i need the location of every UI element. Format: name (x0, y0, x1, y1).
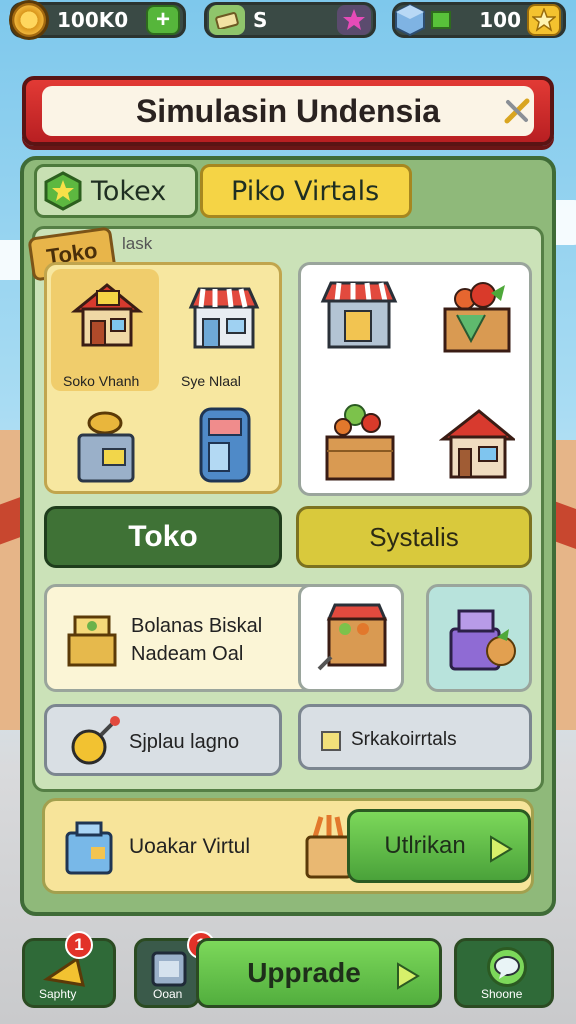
footer-label: Uoakar Virtul (129, 835, 250, 858)
produce-crate-icon[interactable] (437, 275, 517, 361)
shop-item-label: Sye Nlaal (181, 373, 241, 389)
small-house-icon[interactable] (439, 405, 515, 483)
nav-small-label: Ooan (153, 987, 183, 1001)
systalis-button[interactable]: Systalis (296, 506, 532, 568)
shop-grid-left: Soko Vhanh Sye Nlaal (44, 262, 282, 494)
upgrade-button[interactable]: Upprade (196, 938, 442, 1008)
shop-item[interactable]: Soko Vhanh (51, 269, 159, 391)
tab-piko-label: Piko Virtals (231, 175, 380, 207)
cash-register-icon (61, 607, 121, 671)
register-icon[interactable] (71, 405, 141, 485)
coin-icon (9, 0, 49, 40)
coin-counter: 100K0 + (9, 0, 186, 40)
shop-item[interactable]: Sye Nlaal (169, 269, 277, 391)
gem-progress-icon (431, 11, 451, 29)
title-banner: Simulasin Undensia (22, 76, 554, 146)
tab-piko-virtals[interactable]: Piko Virtals (200, 164, 412, 218)
coin-value: 100K0 (57, 8, 129, 32)
nav-right-label: Shoone (481, 987, 523, 1001)
utilize-button-label: Utlrikan (384, 832, 466, 859)
market-stall-icon[interactable] (319, 277, 399, 357)
arrow-right-icon (395, 961, 421, 991)
nav-small-button[interactable]: Ooan 1 (134, 931, 215, 1008)
upgrade-button-label: Upprade (247, 957, 361, 988)
star-badge-icon (43, 171, 83, 211)
vegetable-box-icon[interactable] (321, 399, 399, 487)
section-label: lask (122, 234, 153, 253)
checkbox-option-label: Srkakoirrtals (351, 729, 457, 750)
magnifier-icon (63, 713, 123, 773)
add-coins-button[interactable]: + (146, 5, 180, 35)
toko-button-label: Toko (128, 520, 198, 553)
chat-bubble-icon (487, 947, 527, 987)
cash-icon (209, 5, 245, 35)
cube-icon (393, 3, 427, 37)
gem-shop-button[interactable] (337, 5, 371, 35)
purple-crate-tile[interactable] (426, 584, 532, 692)
balance-line-1: Bolanas Biskal (131, 615, 263, 637)
nav-left-label: Saphty (39, 987, 77, 1001)
market-cart-icon (315, 599, 391, 681)
market-cart-tile[interactable] (298, 584, 404, 692)
tab-tokex[interactable]: To‍k‍e‍x (34, 164, 198, 218)
utilize-button[interactable]: Utlrikan (347, 809, 531, 883)
cash-value: S (253, 8, 268, 32)
nav-left-button[interactable]: Saphty 1 (22, 931, 116, 1008)
arrow-right-icon (488, 834, 514, 864)
page-title: Simulasin Undensia (135, 92, 441, 129)
tools-icon[interactable] (502, 96, 532, 126)
star-button[interactable] (527, 4, 561, 36)
checkbox-option[interactable]: Srkakoirrtals (298, 704, 532, 770)
nav-right-button[interactable]: Shoone (454, 938, 554, 1008)
balance-line-2: Nadeam Oal (131, 643, 244, 665)
search-option-button[interactable]: Sjplau lagno (44, 704, 282, 776)
gem-value: 100 (479, 8, 521, 32)
machine-icon[interactable] (193, 403, 259, 487)
toko-button[interactable]: Toko (44, 506, 282, 568)
card-icon (149, 949, 189, 989)
gem-counter: 100 (392, 2, 566, 38)
shop-grid-right (298, 262, 532, 496)
option-checkbox[interactable] (321, 731, 341, 751)
search-option-label: Sjplau lagno (129, 731, 240, 753)
tab-tokex-label: To‍k‍e‍x (91, 175, 167, 207)
virtual-footer: Uoakar Virtul Utlrikan (42, 798, 534, 894)
notification-badge: 1 (65, 931, 93, 959)
shop-item-label: Soko Vhanh (63, 373, 140, 389)
purple-crate-icon (445, 601, 521, 679)
blue-box-icon (61, 819, 117, 879)
store-icon (185, 279, 263, 353)
systalis-button-label: Systalis (369, 521, 459, 552)
house-icon (69, 279, 145, 349)
cash-counter: S (204, 2, 376, 38)
